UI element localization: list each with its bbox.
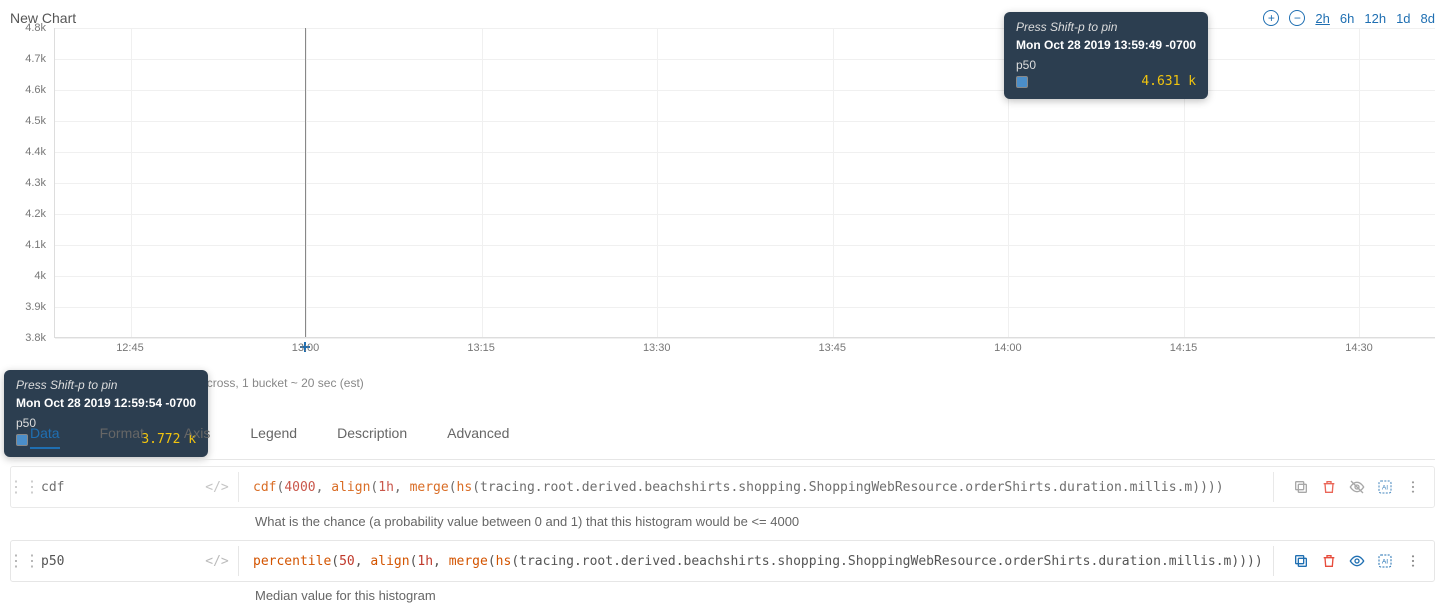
zoom-in-icon[interactable]: +: [1263, 10, 1279, 26]
x-tick: 14:00: [994, 342, 1022, 354]
cursor-line: [305, 28, 306, 337]
tooltip-pin-hint: Press Shift-p to pin: [16, 378, 196, 392]
x-tick: 13:00: [292, 342, 320, 354]
visibility-on-icon[interactable]: [1348, 552, 1366, 570]
query-row-p50: ⋮⋮ p50 </> percentile(50, align(1h, merg…: [10, 540, 1435, 582]
x-tick: 12:45: [116, 342, 144, 354]
x-tick: 13:15: [467, 342, 495, 354]
y-tick: 4.5k: [25, 115, 46, 127]
y-tick: 4.7k: [25, 53, 46, 65]
tooltip-series: p50: [1016, 58, 1196, 72]
query-row-cdf: ⋮⋮ cdf </> cdf(4000, align(1h, merge(hs(…: [10, 466, 1435, 508]
editor-tabs: Data Format Axis Legend Description Adva…: [10, 425, 1435, 460]
y-tick: 4.6k: [25, 84, 46, 96]
code-toggle-icon[interactable]: </>: [202, 554, 232, 569]
tooltip-timestamp: Mon Oct 28 2019 13:59:49 -0700: [1016, 38, 1196, 52]
svg-text:AI: AI: [1382, 559, 1388, 566]
tab-advanced[interactable]: Advanced: [447, 425, 509, 449]
time-option-12h[interactable]: 12h: [1364, 11, 1386, 26]
duplicate-icon[interactable]: [1292, 478, 1310, 496]
tab-data[interactable]: Data: [30, 425, 60, 449]
tooltip-pin-hint: Press Shift-p to pin: [1016, 20, 1196, 34]
time-option-8d[interactable]: 8d: [1421, 11, 1435, 26]
query-actions: AI: [1280, 478, 1434, 496]
x-tick: 14:15: [1170, 342, 1198, 354]
time-controls: + − 2h 6h 12h 1d 8d: [1263, 10, 1435, 26]
visibility-off-icon[interactable]: [1348, 478, 1366, 496]
tooltip-swatch: [1016, 76, 1028, 88]
root: { "header": { "title": "New Chart", "zoo…: [0, 0, 1445, 607]
y-tick: 4k: [34, 270, 46, 282]
tab-axis[interactable]: Axis: [184, 425, 210, 449]
x-tick: 13:45: [819, 342, 847, 354]
chart-area[interactable]: 4.8k4.7k4.6k4.5k4.4k4.3k4.2k4.1k4k3.9k3.…: [10, 28, 1435, 358]
x-tick: 14:30: [1345, 342, 1373, 354]
drag-handle-icon[interactable]: ⋮⋮: [11, 477, 37, 497]
query-block-p50: ⋮⋮ p50 </> percentile(50, align(1h, merg…: [10, 540, 1435, 603]
y-tick: 4.8k: [25, 22, 46, 34]
svg-text:AI: AI: [1382, 485, 1388, 492]
y-tick: 3.8k: [25, 332, 46, 344]
query-actions: AI: [1280, 552, 1434, 570]
time-option-6h[interactable]: 6h: [1340, 11, 1354, 26]
query-description: Median value for this histogram: [255, 588, 1435, 603]
chart-plot[interactable]: [54, 28, 1435, 338]
tab-legend[interactable]: Legend: [250, 425, 297, 449]
time-option-2h[interactable]: 2h: [1315, 11, 1329, 26]
ai-assist-icon[interactable]: AI: [1376, 478, 1394, 496]
y-tick: 4.1k: [25, 239, 46, 251]
query-name[interactable]: p50: [37, 554, 202, 569]
duplicate-icon[interactable]: [1292, 552, 1310, 570]
query-block-cdf: ⋮⋮ cdf </> cdf(4000, align(1h, merge(hs(…: [10, 466, 1435, 529]
code-toggle-icon[interactable]: </>: [202, 480, 232, 495]
more-icon[interactable]: [1404, 552, 1422, 570]
query-expression[interactable]: cdf(4000, align(1h, merge(hs(tracing.roo…: [245, 480, 1267, 495]
drag-handle-icon[interactable]: ⋮⋮: [11, 551, 37, 571]
more-icon[interactable]: [1404, 478, 1422, 496]
tooltip-value: 4.631 k: [1141, 74, 1196, 89]
y-tick: 4.4k: [25, 146, 46, 158]
y-tick: 4.3k: [25, 177, 46, 189]
delete-icon[interactable]: [1320, 478, 1338, 496]
query-description: What is the chance (a probability value …: [255, 514, 1435, 529]
zoom-out-icon[interactable]: −: [1289, 10, 1305, 26]
chart-header: New Chart + − 2h 6h 12h 1d 8d: [10, 10, 1435, 26]
y-tick: 4.2k: [25, 208, 46, 220]
y-tick: 3.9k: [25, 301, 46, 313]
time-option-1d[interactable]: 1d: [1396, 11, 1410, 26]
y-axis: 4.8k4.7k4.6k4.5k4.4k4.3k4.2k4.1k4k3.9k3.…: [10, 28, 54, 338]
tooltip-timestamp: Mon Oct 28 2019 12:59:54 -0700: [16, 396, 196, 410]
x-tick: 13:30: [643, 342, 671, 354]
ai-assist-icon[interactable]: AI: [1376, 552, 1394, 570]
query-name[interactable]: cdf: [37, 480, 202, 495]
delete-icon[interactable]: [1320, 552, 1338, 570]
tab-format[interactable]: Format: [100, 425, 144, 449]
query-expression[interactable]: percentile(50, align(1h, merge(hs(tracin…: [245, 554, 1267, 569]
tab-description[interactable]: Description: [337, 425, 407, 449]
tooltip-point: Press Shift-p to pin Mon Oct 28 2019 13:…: [1004, 12, 1208, 99]
